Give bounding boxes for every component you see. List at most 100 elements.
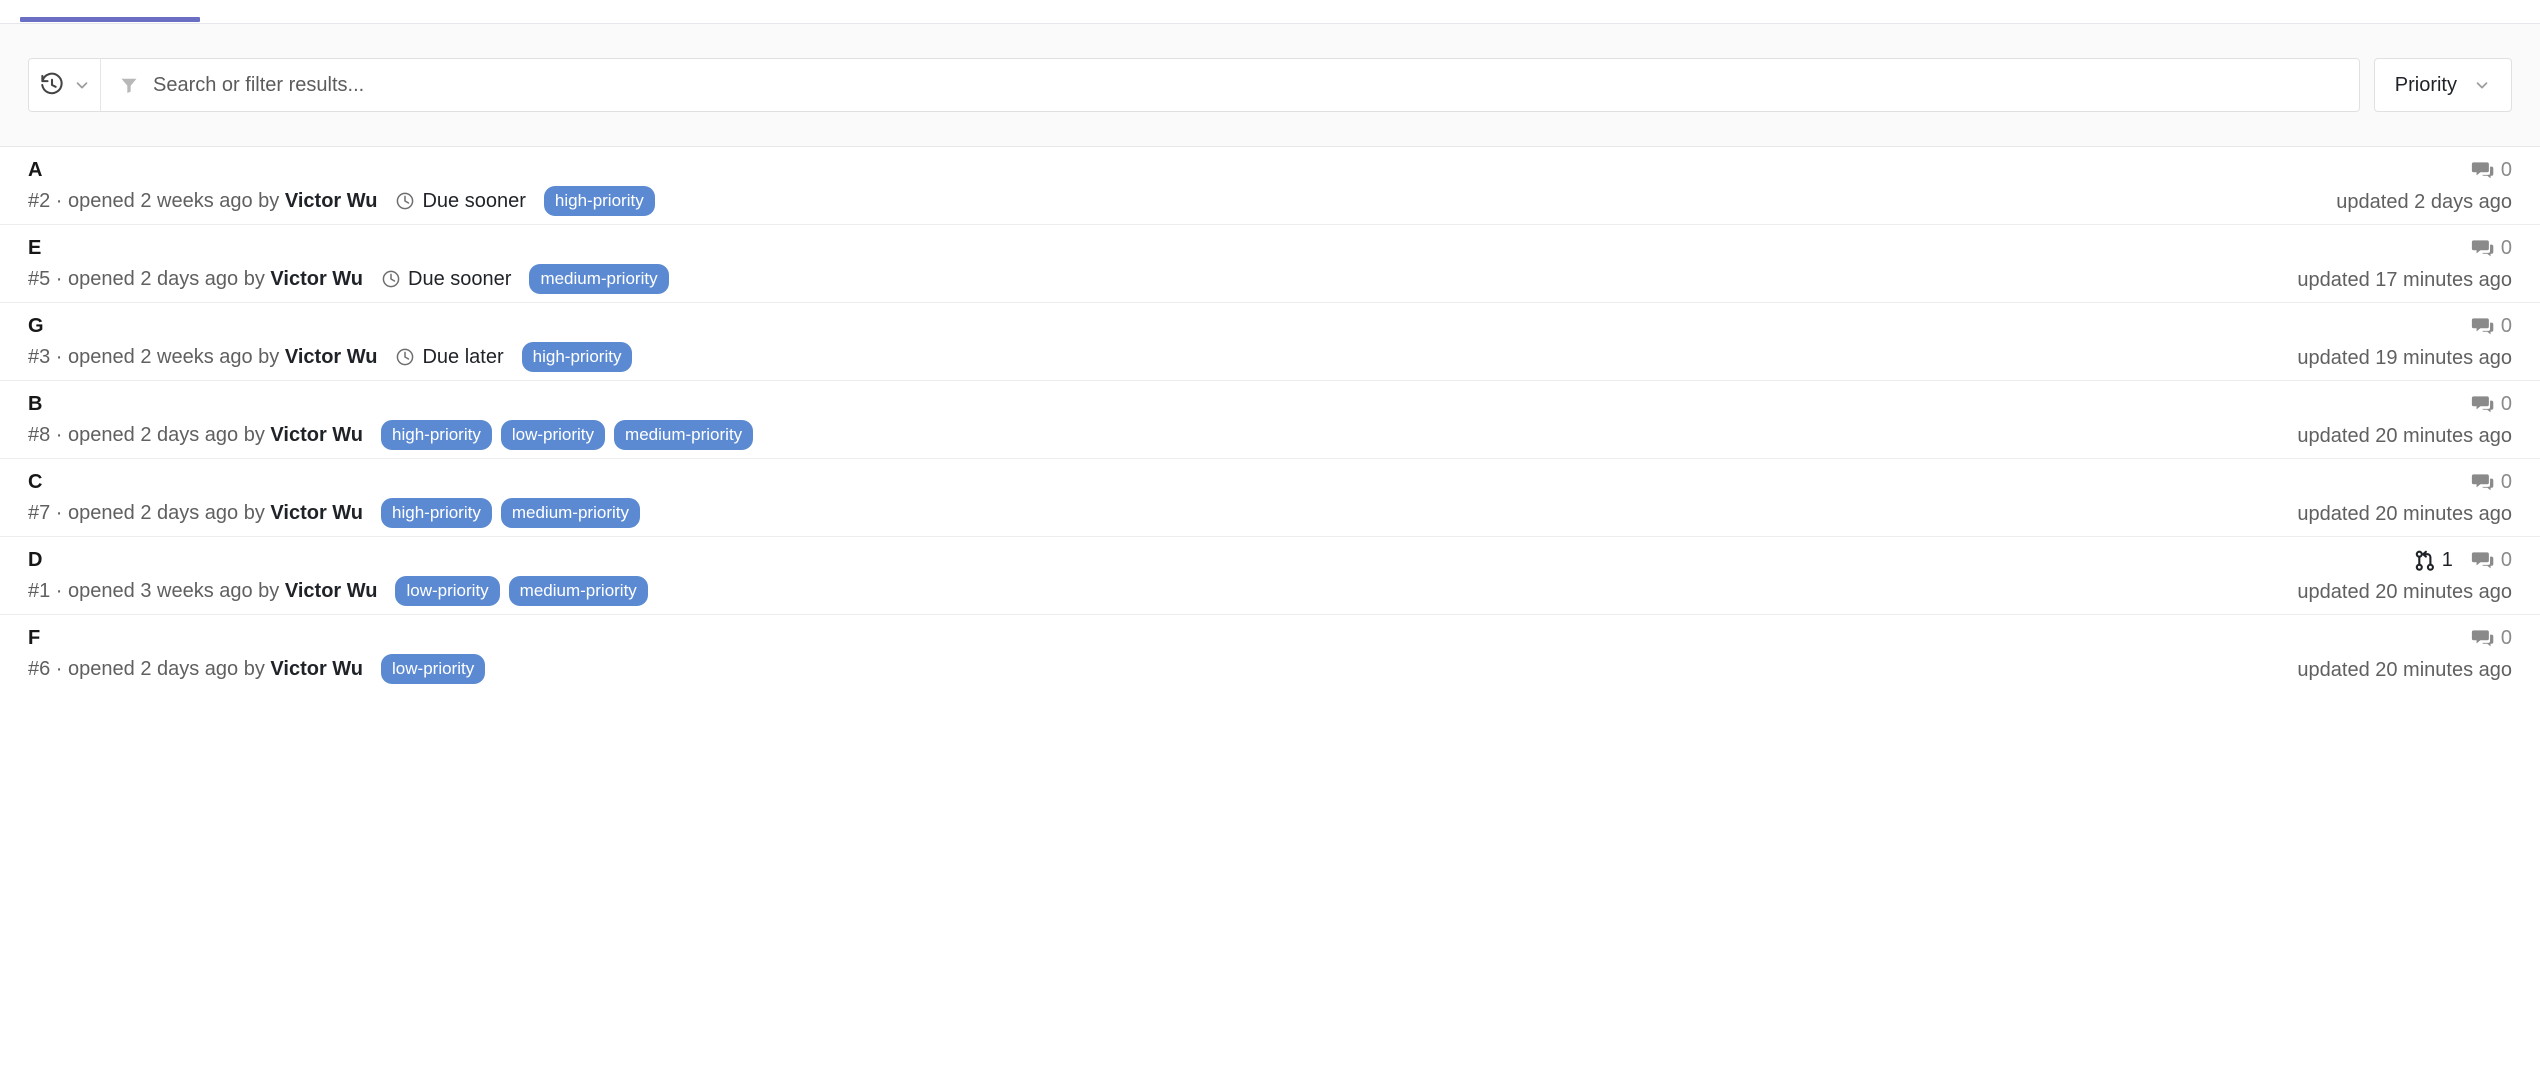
issue-author[interactable]: Victor Wu (279, 579, 377, 603)
comment-icon (2471, 395, 2494, 415)
issue-title-link[interactable]: G (28, 315, 632, 337)
issue-meta: #7 · opened 2 days ago by Victor Wu high-… (28, 498, 640, 528)
due-date-indicator: Due sooner (381, 267, 511, 291)
issue-row[interactable]: E #5 · opened 2 days ago by Victor WuDue … (0, 225, 2540, 303)
issue-updated-time: updated 20 minutes ago (2297, 659, 2512, 682)
comment-icon (2471, 161, 2494, 181)
issue-list: A#2 · opened 2 weeks ago by Victor WuDue… (0, 147, 2540, 693)
issue-updated-time: updated 19 minutes ago (2297, 347, 2512, 370)
issue-updated-time: updated 20 minutes ago (2297, 425, 2512, 448)
issue-row-aside: 10updated 20 minutes ago (2273, 549, 2512, 604)
issue-label[interactable]: medium-priority (529, 264, 668, 294)
issue-opened-text: opened 2 days ago by (68, 657, 265, 681)
issue-labels: high-priority (544, 186, 655, 216)
issue-number: #7 (28, 501, 50, 525)
issue-list-page: Priority A#2 · opened 2 weeks ago by Vic… (0, 0, 2540, 1072)
search-input[interactable] (153, 74, 2341, 97)
priority-filter-button[interactable]: Priority (2374, 58, 2512, 112)
issue-author[interactable]: Victor Wu (279, 345, 377, 369)
issue-counters: 10 (2415, 549, 2512, 572)
comment-count: 0 (2501, 159, 2512, 182)
search-filter-bar (28, 58, 2360, 112)
filter-toolbar: Priority (0, 24, 2540, 147)
issue-author[interactable]: Victor Wu (265, 267, 363, 291)
pull-request-count: 1 (2442, 549, 2453, 572)
issue-row-aside: 0 updated 19 minutes ago (2273, 315, 2512, 370)
issue-row-aside: 0 updated 20 minutes ago (2273, 393, 2512, 448)
issue-opened-text: opened 2 days ago by (68, 423, 265, 447)
issue-author[interactable]: Victor Wu (265, 657, 363, 681)
meta-separator: · (50, 267, 68, 291)
meta-separator: · (50, 501, 68, 525)
issue-label[interactable]: high-priority (522, 342, 633, 372)
issue-meta: #3 · opened 2 weeks ago by Victor WuDue … (28, 342, 632, 372)
comment-count: 0 (2501, 237, 2512, 260)
issue-label[interactable]: low-priority (501, 420, 605, 450)
clock-icon (395, 191, 415, 211)
comment-icon (2471, 473, 2494, 493)
issue-row[interactable]: C #7 · opened 2 days ago by Victor Wu high… (0, 459, 2540, 537)
issue-label[interactable]: high-priority (381, 498, 492, 528)
issue-row[interactable]: F #6 · opened 2 days ago by Victor Wulow-… (0, 615, 2540, 693)
issue-label[interactable]: high-priority (544, 186, 655, 216)
issue-label[interactable]: medium-priority (509, 576, 648, 606)
due-date-indicator: Due later (395, 345, 503, 369)
issue-row[interactable]: B#8 · opened 2 days ago by Victor Wuhigh… (0, 381, 2540, 459)
issue-row-aside: 0 updated 20 minutes ago (2273, 627, 2512, 682)
git-pull-request-icon (2415, 550, 2435, 572)
issue-label[interactable]: medium-priority (614, 420, 753, 450)
issue-label[interactable]: low-priority (381, 654, 485, 684)
issue-title-link[interactable]: B (28, 393, 753, 415)
pull-request-counter[interactable]: 1 (2415, 549, 2453, 572)
comment-counter[interactable]: 0 (2471, 627, 2512, 650)
issue-row-main: G #3 · opened 2 weeks ago by Victor WuDue… (28, 315, 632, 372)
issue-label[interactable]: low-priority (395, 576, 499, 606)
issue-row[interactable]: G #3 · opened 2 weeks ago by Victor WuDue… (0, 303, 2540, 381)
comment-count: 0 (2501, 627, 2512, 650)
issue-meta: #6 · opened 2 days ago by Victor Wulow-p… (28, 654, 485, 684)
issue-counters: 0 (2471, 393, 2512, 416)
issue-label[interactable]: medium-priority (501, 498, 640, 528)
issue-row-main: B#8 · opened 2 days ago by Victor Wuhigh… (28, 393, 753, 450)
issue-row-main: C #7 · opened 2 days ago by Victor Wu high… (28, 471, 640, 528)
issue-opened-text: opened 2 days ago by (68, 501, 265, 525)
issue-row-main: E #5 · opened 2 days ago by Victor WuDue … (28, 237, 669, 294)
comment-counter[interactable]: 0 (2471, 315, 2512, 338)
issue-title-link[interactable]: F (28, 627, 485, 649)
comment-icon (2471, 317, 2494, 337)
comment-counter[interactable]: 0 (2471, 549, 2512, 572)
issue-row-main: F #6 · opened 2 days ago by Victor Wulow-… (28, 627, 485, 684)
issue-author[interactable]: Victor Wu (265, 501, 363, 525)
issue-title-link[interactable]: D (28, 549, 648, 571)
meta-separator: · (50, 423, 68, 447)
comment-counter[interactable]: 0 (2471, 237, 2512, 260)
comment-counter[interactable]: 0 (2471, 471, 2512, 494)
comment-counter[interactable]: 0 (2471, 393, 2512, 416)
issue-row[interactable]: A#2 · opened 2 weeks ago by Victor WuDue… (0, 147, 2540, 225)
issue-author[interactable]: Victor Wu (265, 423, 363, 447)
comment-icon (2471, 629, 2494, 649)
issue-title-link[interactable]: A (28, 159, 655, 181)
clock-icon (395, 347, 415, 367)
issue-opened-text: opened 3 weeks ago by (68, 579, 279, 603)
issue-row[interactable]: D#1 · opened 3 weeks ago by Victor Wulow… (0, 537, 2540, 615)
issue-title-link[interactable]: C (28, 471, 640, 493)
comment-counter[interactable]: 0 (2471, 159, 2512, 182)
issue-label[interactable]: high-priority (381, 420, 492, 450)
meta-separator: · (50, 345, 68, 369)
issue-labels: medium-priority (529, 264, 668, 294)
search-history-button[interactable] (29, 59, 101, 111)
issue-counters: 0 (2471, 627, 2512, 650)
issue-row-aside: 0updated 20 minutes ago (2273, 471, 2512, 526)
issue-author[interactable]: Victor Wu (279, 189, 377, 213)
issue-meta: #5 · opened 2 days ago by Victor WuDue s… (28, 264, 669, 294)
issue-opened-text: opened 2 days ago by (68, 267, 265, 291)
issue-labels: high-priority low-priority medium-priority (381, 420, 753, 450)
comment-count: 0 (2501, 315, 2512, 338)
comment-count: 0 (2501, 471, 2512, 494)
meta-separator: · (50, 579, 68, 603)
issue-title-link[interactable]: E (28, 237, 669, 259)
issue-opened-text: opened 2 weeks ago by (68, 189, 279, 213)
issue-row-aside: 0updated 2 days ago (2312, 159, 2512, 214)
active-tab-indicator (20, 17, 200, 22)
